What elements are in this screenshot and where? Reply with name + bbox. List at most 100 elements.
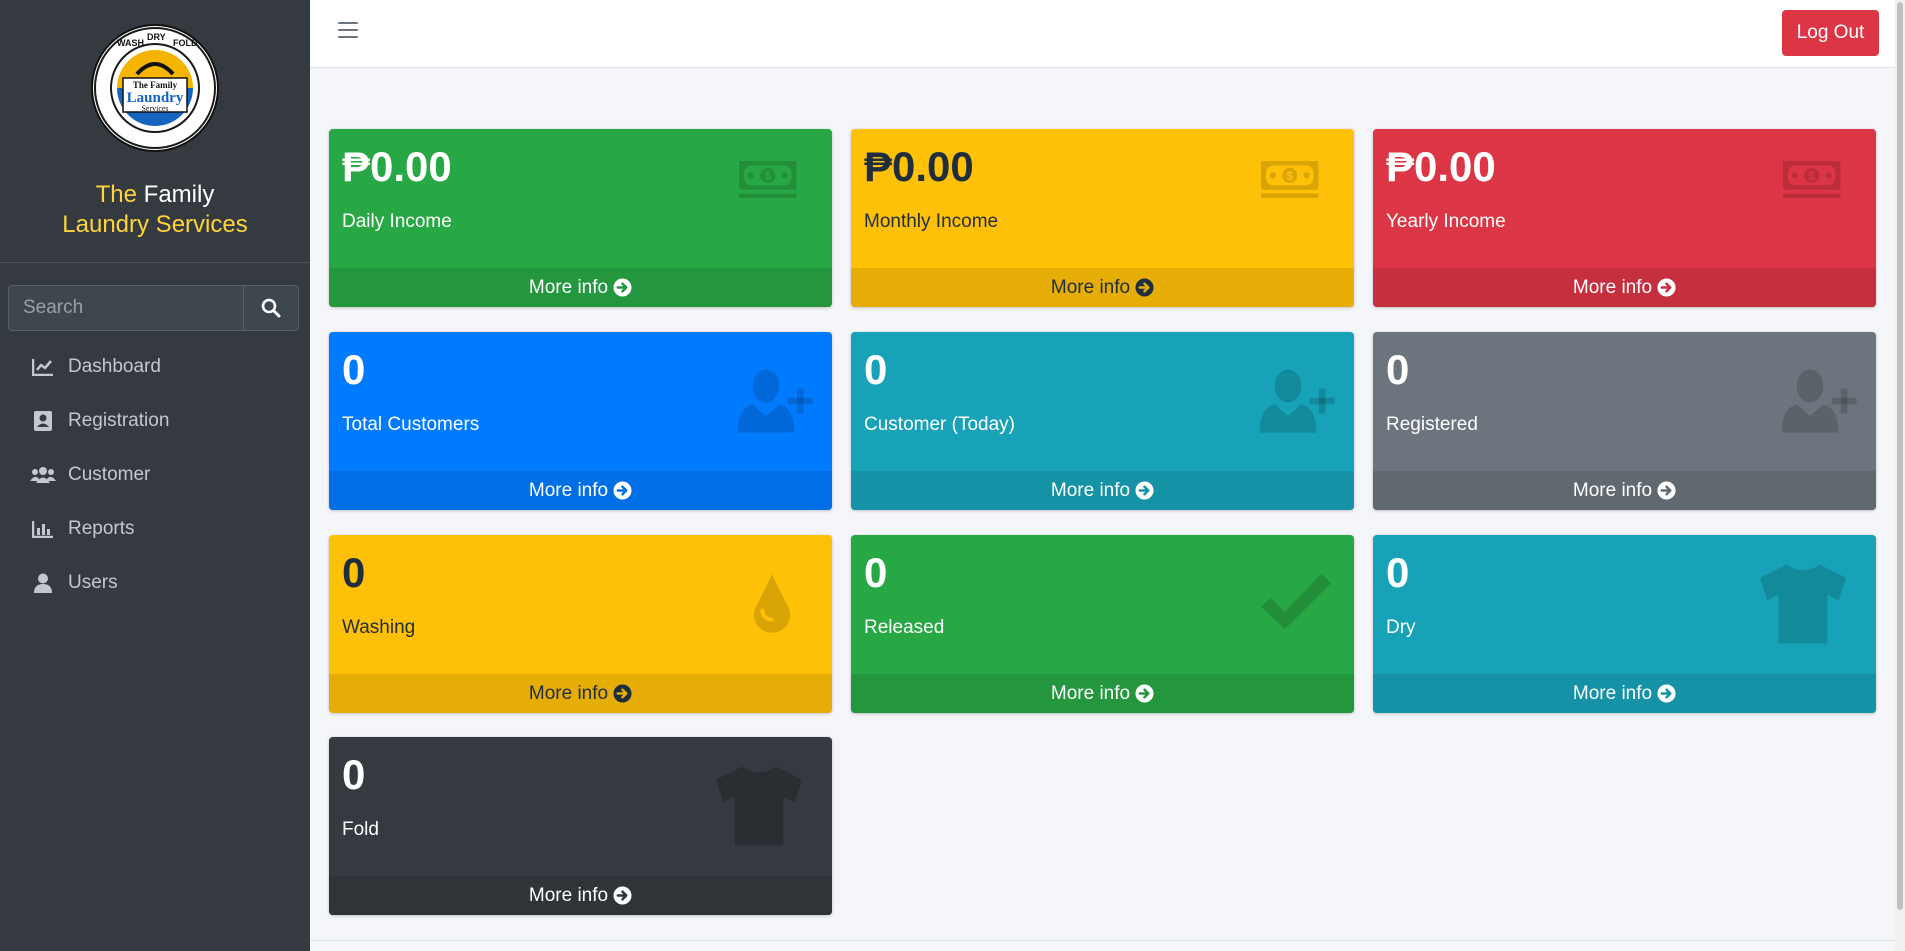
card-label: Registered (1386, 414, 1478, 435)
card-label: Total Customers (342, 414, 480, 435)
sidebar-item-registration[interactable]: Registration (0, 394, 310, 448)
arrow-circle-right-icon (1657, 278, 1676, 297)
more-info-link[interactable]: More info (851, 268, 1354, 307)
svg-text:$: $ (764, 169, 771, 183)
scrollbar-thumb[interactable] (1897, 2, 1903, 910)
sidebar-item-label: Customer (68, 464, 151, 485)
brand-name-family: Family (137, 181, 215, 208)
scrollbar[interactable] (1895, 0, 1905, 951)
card-label: Released (864, 617, 945, 638)
more-info-label: More info (528, 682, 609, 704)
card-customer-today: 0 Customer (Today) More info (851, 332, 1354, 510)
more-info-link[interactable]: More info (329, 876, 832, 915)
chart-line-icon (30, 356, 56, 378)
arrow-circle-right-icon (613, 684, 632, 703)
arrow-circle-right-icon (613, 481, 632, 500)
card-value: 0 (342, 346, 366, 393)
user-plus-icon (1781, 369, 1857, 433)
more-info-label: More info (1572, 479, 1653, 501)
svg-text:$: $ (1808, 169, 1815, 183)
card-label: Daily Income (342, 211, 452, 232)
arrow-circle-right-icon (1135, 684, 1154, 703)
card-value: 0 (1386, 549, 1410, 596)
card-registered: 0 Registered More info (1373, 332, 1876, 510)
top-navbar: Log Out (310, 0, 1895, 68)
brand-logo: WASH DRY FOLD The Family Laundry Service… (91, 24, 219, 152)
money-bill-icon: $ (1783, 161, 1841, 198)
card-value: 0 (864, 549, 888, 596)
more-info-link[interactable]: More info (851, 471, 1354, 510)
bar-chart-icon (30, 518, 56, 540)
card-washing: 0 Washing More info (329, 535, 832, 713)
brand[interactable]: WASH DRY FOLD The Family Laundry Service… (0, 0, 310, 263)
card-yearly-income: ₱0.00 Yearly Income $ More info (1373, 129, 1876, 307)
card-label: Yearly Income (1386, 211, 1506, 232)
card-label: Monthly Income (864, 211, 999, 232)
sidebar-item-reports[interactable]: Reports (0, 502, 310, 556)
sidebar-item-label: Reports (68, 518, 135, 539)
sidebar-item-customer[interactable]: Customer (0, 448, 310, 502)
svg-text:Services: Services (141, 104, 168, 113)
card-label: Customer (Today) (864, 414, 1015, 435)
sidebar-item-dashboard[interactable]: Dashboard (0, 340, 310, 394)
logout-button[interactable]: Log Out (1782, 10, 1879, 56)
money-bill-icon: $ (1261, 161, 1319, 198)
more-info-link[interactable]: More info (1373, 674, 1876, 713)
more-info-link[interactable]: More info (851, 674, 1354, 713)
users-icon (30, 464, 56, 486)
more-info-link[interactable]: More info (1373, 268, 1876, 307)
arrow-circle-right-icon (1135, 278, 1154, 297)
arrow-circle-right-icon (613, 278, 632, 297)
more-info-label: More info (528, 276, 609, 298)
card-total-customers: 0 Total Customers More info (329, 332, 832, 510)
brand-name-the: The (95, 181, 137, 208)
more-info-label: More info (1050, 682, 1131, 704)
tint-icon (753, 574, 791, 633)
more-info-label: More info (1572, 276, 1653, 298)
svg-text:DRY: DRY (147, 32, 166, 42)
card-value: 0 (342, 751, 366, 798)
more-info-label: More info (1050, 276, 1131, 298)
footer-divider (310, 940, 1895, 941)
tshirt-icon (1759, 564, 1847, 644)
user-icon (30, 572, 56, 594)
tshirt-icon (715, 766, 803, 846)
search-button[interactable] (243, 285, 299, 331)
svg-text:The Family: The Family (133, 80, 178, 90)
more-info-link[interactable]: More info (329, 268, 832, 307)
card-label: Fold (342, 819, 379, 840)
search-input[interactable] (8, 285, 243, 331)
card-value: 0 (342, 549, 366, 596)
sidebar-nav: Dashboard Registration Customer Reports … (0, 340, 310, 610)
check-icon (1261, 573, 1331, 630)
more-info-label: More info (528, 479, 609, 501)
card-value: ₱0.00 (1386, 143, 1496, 190)
brand-name-line2: Laundry Services (62, 211, 248, 238)
more-info-label: More info (528, 884, 609, 906)
svg-text:$: $ (1286, 169, 1293, 183)
sidebar-item-label: Registration (68, 410, 170, 431)
more-info-link[interactable]: More info (329, 471, 832, 510)
card-daily-income: ₱0.00 Daily Income $ More info (329, 129, 832, 307)
arrow-circle-right-icon (1135, 481, 1154, 500)
brand-name: The Family Laundry Services (0, 180, 310, 240)
sidebar: WASH DRY FOLD The Family Laundry Service… (0, 0, 310, 951)
user-plus-icon (1259, 369, 1335, 433)
card-label: Washing (342, 617, 416, 638)
sidebar-item-label: Users (68, 572, 118, 593)
more-info-link[interactable]: More info (1373, 471, 1876, 510)
card-monthly-income: ₱0.00 Monthly Income $ More info (851, 129, 1354, 307)
address-card-icon (30, 410, 56, 432)
card-released: 0 Released More info (851, 535, 1354, 713)
money-bill-icon: $ (739, 161, 797, 198)
menu-toggle-icon[interactable] (338, 22, 358, 42)
svg-text:FOLD: FOLD (173, 38, 198, 48)
sidebar-item-label: Dashboard (68, 356, 161, 377)
sidebar-item-users[interactable]: Users (0, 556, 310, 610)
card-value: ₱0.00 (342, 143, 452, 190)
card-value: ₱0.00 (864, 143, 974, 190)
search-icon (261, 298, 281, 318)
card-value: 0 (1386, 346, 1410, 393)
user-plus-icon (737, 369, 813, 433)
more-info-link[interactable]: More info (329, 674, 832, 713)
